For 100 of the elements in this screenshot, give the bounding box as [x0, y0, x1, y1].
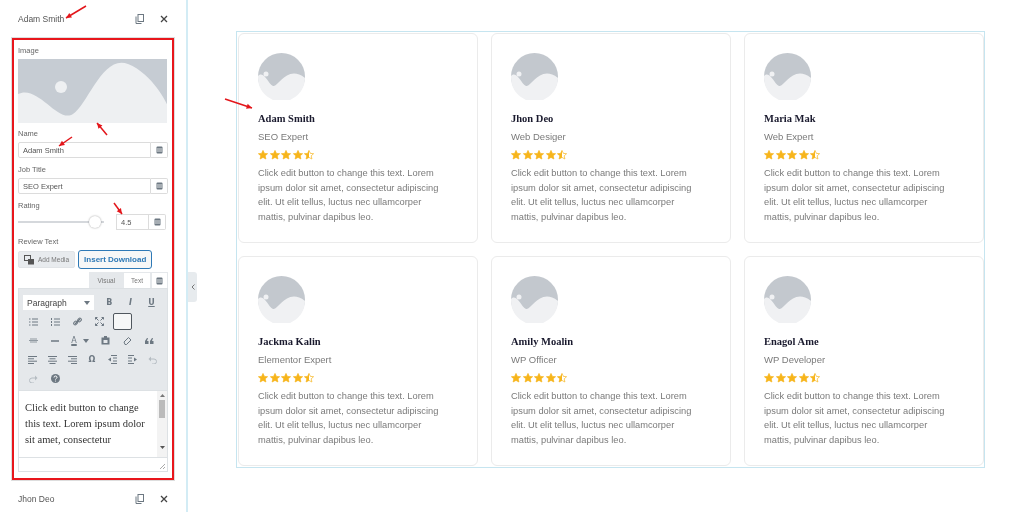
star-icon	[545, 150, 556, 160]
job-title: WP Officer	[511, 354, 558, 365]
person-name: Jackma Kalin	[258, 336, 322, 347]
star-icon	[534, 373, 544, 383]
star-icon	[511, 373, 521, 383]
star-icon	[269, 150, 280, 160]
insert-download-button[interactable]: Insert Download	[78, 250, 153, 269]
review-text: Click edit button to change this text. Lorem ipsum dolor sit amet, consectetur adipiscing elit. Ut elit tellus, luctus nec ullamcorper mattis, pulvinar dapibus leo.	[764, 167, 946, 224]
star-icon	[281, 373, 291, 383]
review-text: Click edit button to change this text. Lorem ipsum dolor sit amet, consectetur adipiscing elit. Ut elit tellus, luctus nec ullamcorper mattis, pulvinar dapibus leo.	[258, 390, 440, 447]
person-name: Maria Mak	[764, 113, 817, 124]
star-icon	[775, 150, 786, 160]
person-name: Amily Moalin	[511, 336, 575, 347]
eraser-icon	[122, 336, 132, 345]
caret-icon	[83, 338, 89, 343]
toolbar-toggle-button[interactable]	[113, 313, 132, 330]
star-icon	[810, 373, 820, 383]
star-icon	[269, 373, 280, 383]
database-icon	[155, 182, 163, 190]
undo-icon	[147, 355, 157, 364]
person-name: Enagol Ame	[764, 336, 820, 347]
annotation-arrow	[96, 122, 108, 136]
quote-icon	[144, 337, 154, 344]
star-icon	[810, 150, 820, 160]
star-icon	[764, 150, 774, 160]
special-character-button[interactable]: Ω	[83, 351, 101, 368]
star-icon	[522, 373, 533, 383]
avatar-placeholder-icon	[258, 276, 305, 323]
paste-icon	[100, 336, 110, 345]
close-icon	[160, 15, 168, 23]
italic-button[interactable]: I	[120, 294, 140, 311]
job-title: WP Developer	[764, 354, 827, 365]
scroll-up-icon[interactable]	[159, 394, 165, 397]
avatar-placeholder-icon	[258, 53, 305, 100]
annotation-arrow	[113, 202, 123, 215]
text-color-button[interactable]: A	[67, 332, 81, 349]
job-title: SEO Expert	[258, 131, 310, 142]
duplicate-button[interactable]	[135, 494, 144, 504]
database-icon	[156, 276, 163, 285]
star-icon	[522, 150, 533, 160]
dynamic-tags-button[interactable]	[151, 178, 168, 194]
close-button[interactable]	[160, 15, 168, 23]
underline-button[interactable]: U	[141, 294, 161, 311]
ul-icon	[28, 317, 38, 326]
star-icon	[775, 373, 786, 383]
dynamic-tags-button[interactable]	[149, 214, 166, 230]
annotation-arrow	[58, 136, 73, 147]
bold-button[interactable]: B	[99, 294, 119, 311]
job-title: Web Desiger	[511, 131, 567, 142]
star-icon	[787, 150, 797, 160]
close-icon	[160, 495, 168, 503]
avatar-placeholder-icon	[764, 276, 811, 323]
image-placeholder-icon	[18, 59, 167, 123]
dynamic-tags-button[interactable]	[151, 272, 168, 288]
star-icon	[258, 150, 268, 160]
outdent-icon	[107, 355, 117, 364]
scroll-down-icon[interactable]	[159, 446, 165, 449]
copy-icon	[135, 14, 144, 24]
star-icon	[304, 373, 314, 383]
star-icon	[787, 373, 797, 383]
scrollbar[interactable]	[157, 391, 167, 457]
star-icon	[557, 150, 567, 160]
resize-handle-icon[interactable]	[160, 464, 165, 469]
database-icon	[153, 218, 161, 226]
review-text: Click edit button to change this text. Lorem ipsum dolor sit amet, consectetur adipiscing elit. Ut elit tellus, luctus nec ullamcorper mattis, pulvinar dapibus leo.	[511, 167, 693, 224]
caret-icon	[83, 300, 90, 305]
help-icon	[50, 374, 60, 383]
star-icon	[545, 373, 556, 383]
star-icon	[281, 150, 291, 160]
job-title: Web Expert	[764, 131, 815, 142]
alignc-icon	[47, 355, 57, 364]
database-icon	[155, 146, 163, 154]
item-title[interactable]: Jhon Deo	[18, 494, 119, 504]
copy-icon	[135, 494, 144, 504]
item-title[interactable]: Adam Smith	[18, 14, 119, 24]
avatar-placeholder-icon	[511, 53, 558, 100]
annotation-arrow	[224, 98, 253, 109]
alignr-icon	[67, 355, 77, 364]
dynamic-tags-button[interactable]	[151, 142, 168, 158]
star-icon	[258, 373, 268, 383]
star-icon	[304, 150, 314, 160]
person-name: Jhon Deo	[511, 113, 555, 124]
job-title: Elementor Expert	[258, 354, 333, 365]
expand-icon	[94, 317, 104, 326]
slider-thumb[interactable]	[89, 216, 102, 228]
star-icon	[511, 150, 521, 160]
indent-icon	[127, 355, 137, 364]
star-icon	[534, 150, 544, 160]
hr-icon	[51, 339, 59, 342]
close-button[interactable]	[160, 495, 168, 503]
avatar-placeholder-icon	[764, 53, 811, 100]
duplicate-button[interactable]	[135, 14, 144, 24]
star-icon	[292, 373, 303, 383]
review-text: Click edit button to change this text. Lorem ipsum dolor sit amet, consectetur adipiscing elit. Ut elit tellus, luctus nec ullamcorper mattis, pulvinar dapibus leo.	[511, 390, 693, 447]
scrollbar-thumb[interactable]	[159, 400, 165, 418]
redo-icon	[28, 374, 38, 383]
avatar-placeholder-icon	[511, 276, 558, 323]
format-dropdown[interactable]: Paragraph	[23, 295, 94, 310]
annotation-arrow	[65, 5, 87, 19]
ol-icon	[50, 317, 60, 326]
